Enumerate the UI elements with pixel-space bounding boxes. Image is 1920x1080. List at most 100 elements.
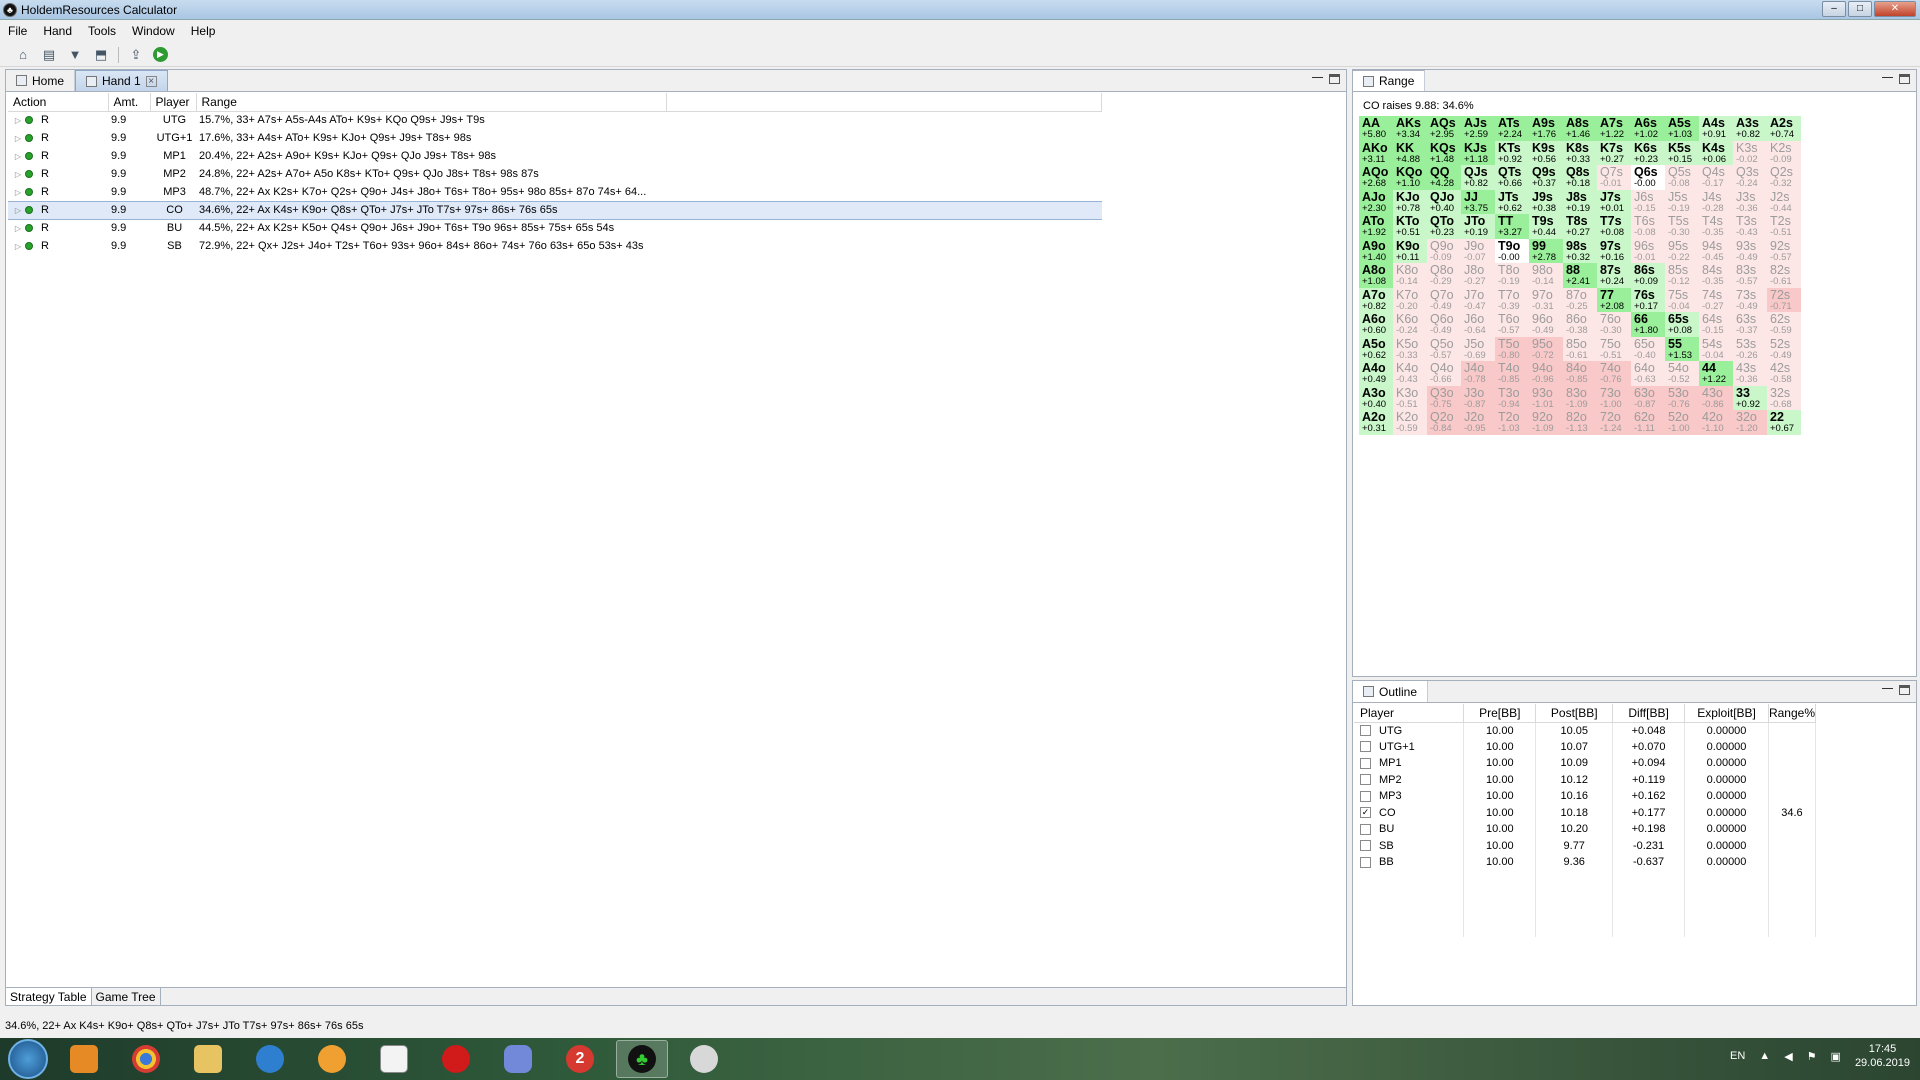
outline-minimize-icon[interactable] <box>1882 688 1893 689</box>
menu-hand[interactable]: Hand <box>43 24 72 38</box>
range-cell[interactable]: K3s -0.02 <box>1733 140 1767 165</box>
range-cell[interactable]: 94o -0.96 <box>1529 361 1563 386</box>
range-cell[interactable]: Q9o -0.09 <box>1427 238 1461 263</box>
strategy-row[interactable]: ▷ R 9.9 BU 44.5%, 22+ Ax K2s+ K5o+ Q4s+ Q9o+… <box>8 219 1102 237</box>
menu-help[interactable]: Help <box>191 24 216 38</box>
range-cell[interactable]: T3s -0.43 <box>1733 214 1767 239</box>
range-cell[interactable]: J6o -0.64 <box>1461 312 1495 337</box>
range-cell[interactable]: A4o +0.49 <box>1359 361 1393 386</box>
player-checkbox[interactable] <box>1360 725 1371 737</box>
range-cell[interactable]: A5o +0.62 <box>1359 336 1393 361</box>
maximize-button[interactable]: □ <box>1848 1 1872 17</box>
range-cell[interactable]: 72o -1.24 <box>1597 410 1631 435</box>
range-cell[interactable]: A9s +1.76 <box>1529 116 1563 141</box>
range-cell[interactable]: 95s -0.22 <box>1665 238 1699 263</box>
range-cell[interactable]: J8s +0.19 <box>1563 189 1597 214</box>
range-cell[interactable]: 32o -1.20 <box>1733 410 1767 435</box>
range-cell[interactable]: K7o -0.20 <box>1393 287 1427 312</box>
range-cell[interactable]: 43s -0.36 <box>1733 361 1767 386</box>
range-cell[interactable]: T5o -0.80 <box>1495 336 1529 361</box>
range-cell[interactable]: J9o -0.07 <box>1461 238 1495 263</box>
range-cell[interactable]: JTs +0.62 <box>1495 189 1529 214</box>
minimize-button[interactable]: – <box>1822 1 1846 17</box>
range-cell[interactable]: Q4s -0.17 <box>1699 165 1733 190</box>
taskbar-opera[interactable] <box>430 1040 482 1078</box>
range-cell[interactable]: QJo +0.40 <box>1427 189 1461 214</box>
range-cell[interactable]: Q9s +0.37 <box>1529 165 1563 190</box>
range-cell[interactable]: J4o -0.78 <box>1461 361 1495 386</box>
range-cell[interactable]: Q4o -0.66 <box>1427 361 1461 386</box>
expand-icon[interactable]: ▷ <box>11 242 25 251</box>
range-cell[interactable]: 73o -1.00 <box>1597 385 1631 410</box>
range-cell[interactable]: T3o -0.94 <box>1495 385 1529 410</box>
range-cell[interactable]: T5s -0.30 <box>1665 214 1699 239</box>
range-cell[interactable]: 88 +2.41 <box>1563 263 1597 288</box>
strategy-row[interactable]: ▷ R 9.9 MP1 20.4%, 22+ A2s+ A9o+ K9s+ KJo+ Q… <box>8 147 1102 165</box>
range-cell[interactable]: Q3s -0.24 <box>1733 165 1767 190</box>
language-indicator[interactable]: EN <box>1730 1050 1745 1062</box>
menu-file[interactable]: File <box>8 24 27 38</box>
range-cell[interactable]: 86o -0.38 <box>1563 312 1597 337</box>
range-cell[interactable]: AKs +3.34 <box>1393 116 1427 141</box>
range-cell[interactable]: K8s +0.33 <box>1563 140 1597 165</box>
range-cell[interactable]: 96o -0.49 <box>1529 312 1563 337</box>
range-cell[interactable]: 53s -0.26 <box>1733 336 1767 361</box>
range-cell[interactable]: 65o -0.40 <box>1631 336 1665 361</box>
range-cell[interactable]: KK +4.88 <box>1393 140 1427 165</box>
range-cell[interactable]: 62s -0.59 <box>1767 312 1801 337</box>
range-cell[interactable]: Q5s -0.08 <box>1665 165 1699 190</box>
range-cell[interactable]: A6o +0.60 <box>1359 312 1393 337</box>
player-checkbox[interactable]: ✓ <box>1360 807 1371 819</box>
range-cell[interactable]: A4s +0.91 <box>1699 116 1733 141</box>
outline-row[interactable]: MP2 10.00 10.12 +0.119 0.00000 <box>1354 771 1817 788</box>
expand-icon[interactable]: ▷ <box>11 116 25 125</box>
range-cell[interactable]: 82s -0.61 <box>1767 263 1801 288</box>
range-cell[interactable]: 43o -0.86 <box>1699 385 1733 410</box>
col-pre[interactable]: Pre[BB] <box>1463 704 1537 723</box>
tab-outline[interactable]: Outline <box>1353 681 1429 702</box>
range-cell[interactable]: 75s -0.04 <box>1665 287 1699 312</box>
save-icon[interactable]: ⬒ <box>92 46 110 64</box>
volume-icon[interactable]: ◀ <box>1784 1050 1792 1063</box>
taskbar-calendar[interactable] <box>368 1040 420 1078</box>
range-cell[interactable]: Q7o -0.49 <box>1427 287 1461 312</box>
range-cell[interactable]: QTs +0.66 <box>1495 165 1529 190</box>
menu-tools[interactable]: Tools <box>88 24 116 38</box>
range-cell[interactable]: QQ +4.28 <box>1427 165 1461 190</box>
outline-maximize-icon[interactable] <box>1899 685 1910 695</box>
range-cell[interactable]: 72s -0.71 <box>1767 287 1801 312</box>
range-cell[interactable]: AQo +2.68 <box>1359 165 1393 190</box>
outline-row[interactable]: MP3 10.00 10.16 +0.162 0.00000 <box>1354 788 1817 805</box>
range-cell[interactable]: 55 +1.53 <box>1665 336 1699 361</box>
col-post[interactable]: Post[BB] <box>1535 704 1614 723</box>
range-cell[interactable]: K4o -0.43 <box>1393 361 1427 386</box>
range-cell[interactable]: Q2s -0.32 <box>1767 165 1801 190</box>
range-cell[interactable]: J3o -0.87 <box>1461 385 1495 410</box>
range-cell[interactable]: K5s +0.15 <box>1665 140 1699 165</box>
range-cell[interactable]: A7s +1.22 <box>1597 116 1631 141</box>
start-button[interactable] <box>8 1039 48 1079</box>
taskbar-discord[interactable] <box>492 1040 544 1078</box>
range-cell[interactable]: 82o -1.13 <box>1563 410 1597 435</box>
range-cell[interactable]: K6o -0.24 <box>1393 312 1427 337</box>
close-tab-icon[interactable]: × <box>145 75 157 87</box>
range-cell[interactable]: K7s +0.27 <box>1597 140 1631 165</box>
range-cell[interactable]: 63s -0.37 <box>1733 312 1767 337</box>
range-cell[interactable]: 22 +0.67 <box>1767 410 1801 435</box>
tab-game-tree[interactable]: Game Tree <box>92 988 161 1005</box>
range-cell[interactable]: K2s -0.09 <box>1767 140 1801 165</box>
range-cell[interactable]: QJs +0.82 <box>1461 165 1495 190</box>
range-cell[interactable]: 44 +1.22 <box>1699 361 1733 386</box>
range-cell[interactable]: Q8s +0.18 <box>1563 165 1597 190</box>
range-cell[interactable]: 66 +1.80 <box>1631 312 1665 337</box>
range-cell[interactable]: 42o -1.10 <box>1699 410 1733 435</box>
player-checkbox[interactable] <box>1360 774 1371 786</box>
range-cell[interactable]: 85o -0.61 <box>1563 336 1597 361</box>
col-range-pct[interactable]: Range% <box>1768 704 1817 723</box>
range-cell[interactable]: T2s -0.51 <box>1767 214 1801 239</box>
range-cell[interactable]: 64s -0.15 <box>1699 312 1733 337</box>
outline-row[interactable]: BU 10.00 10.20 +0.198 0.00000 <box>1354 821 1817 838</box>
range-cell[interactable]: 73s -0.49 <box>1733 287 1767 312</box>
expand-icon[interactable]: ▷ <box>11 206 25 215</box>
clock[interactable]: 17:45 29.06.2019 <box>1855 1042 1910 1070</box>
